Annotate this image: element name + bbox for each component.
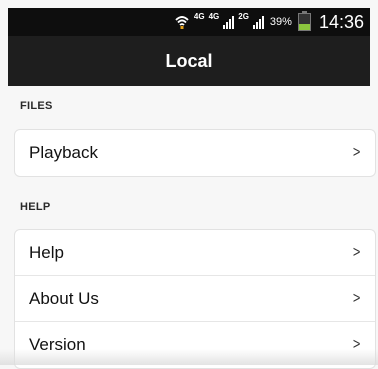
battery-percent: 39% <box>270 16 292 28</box>
section-header-files: FILES <box>20 100 53 112</box>
network-type-label: 2G <box>238 13 249 21</box>
chevron-right-icon: > <box>353 290 360 308</box>
battery-icon <box>298 13 311 31</box>
network-type-label: 4G <box>194 13 205 21</box>
scroll-fade <box>0 349 378 365</box>
list-item-label: Playback <box>29 143 98 163</box>
section-header-help: HELP <box>20 201 51 213</box>
list-item-label: Help <box>29 243 64 263</box>
chevron-right-icon: > <box>353 144 360 162</box>
page-title: Local <box>165 51 212 72</box>
status-bar: 4G 4G 2G 39% 14:36 <box>8 8 370 36</box>
list-item-help[interactable]: Help > <box>15 230 375 276</box>
signal-icon <box>253 15 264 29</box>
network-type-label: 4G <box>209 13 220 21</box>
signal-icon <box>223 15 234 29</box>
clock: 14:36 <box>319 12 364 33</box>
title-bar: Local <box>8 36 370 86</box>
help-group: Help > About Us > Version > <box>14 229 376 369</box>
list-item-playback[interactable]: Playback > <box>15 130 375 176</box>
wifi-icon <box>174 14 190 30</box>
chevron-right-icon: > <box>353 244 360 262</box>
files-group: Playback > <box>14 129 376 177</box>
list-item-label: About Us <box>29 289 99 309</box>
list-item-about-us[interactable]: About Us > <box>15 276 375 322</box>
